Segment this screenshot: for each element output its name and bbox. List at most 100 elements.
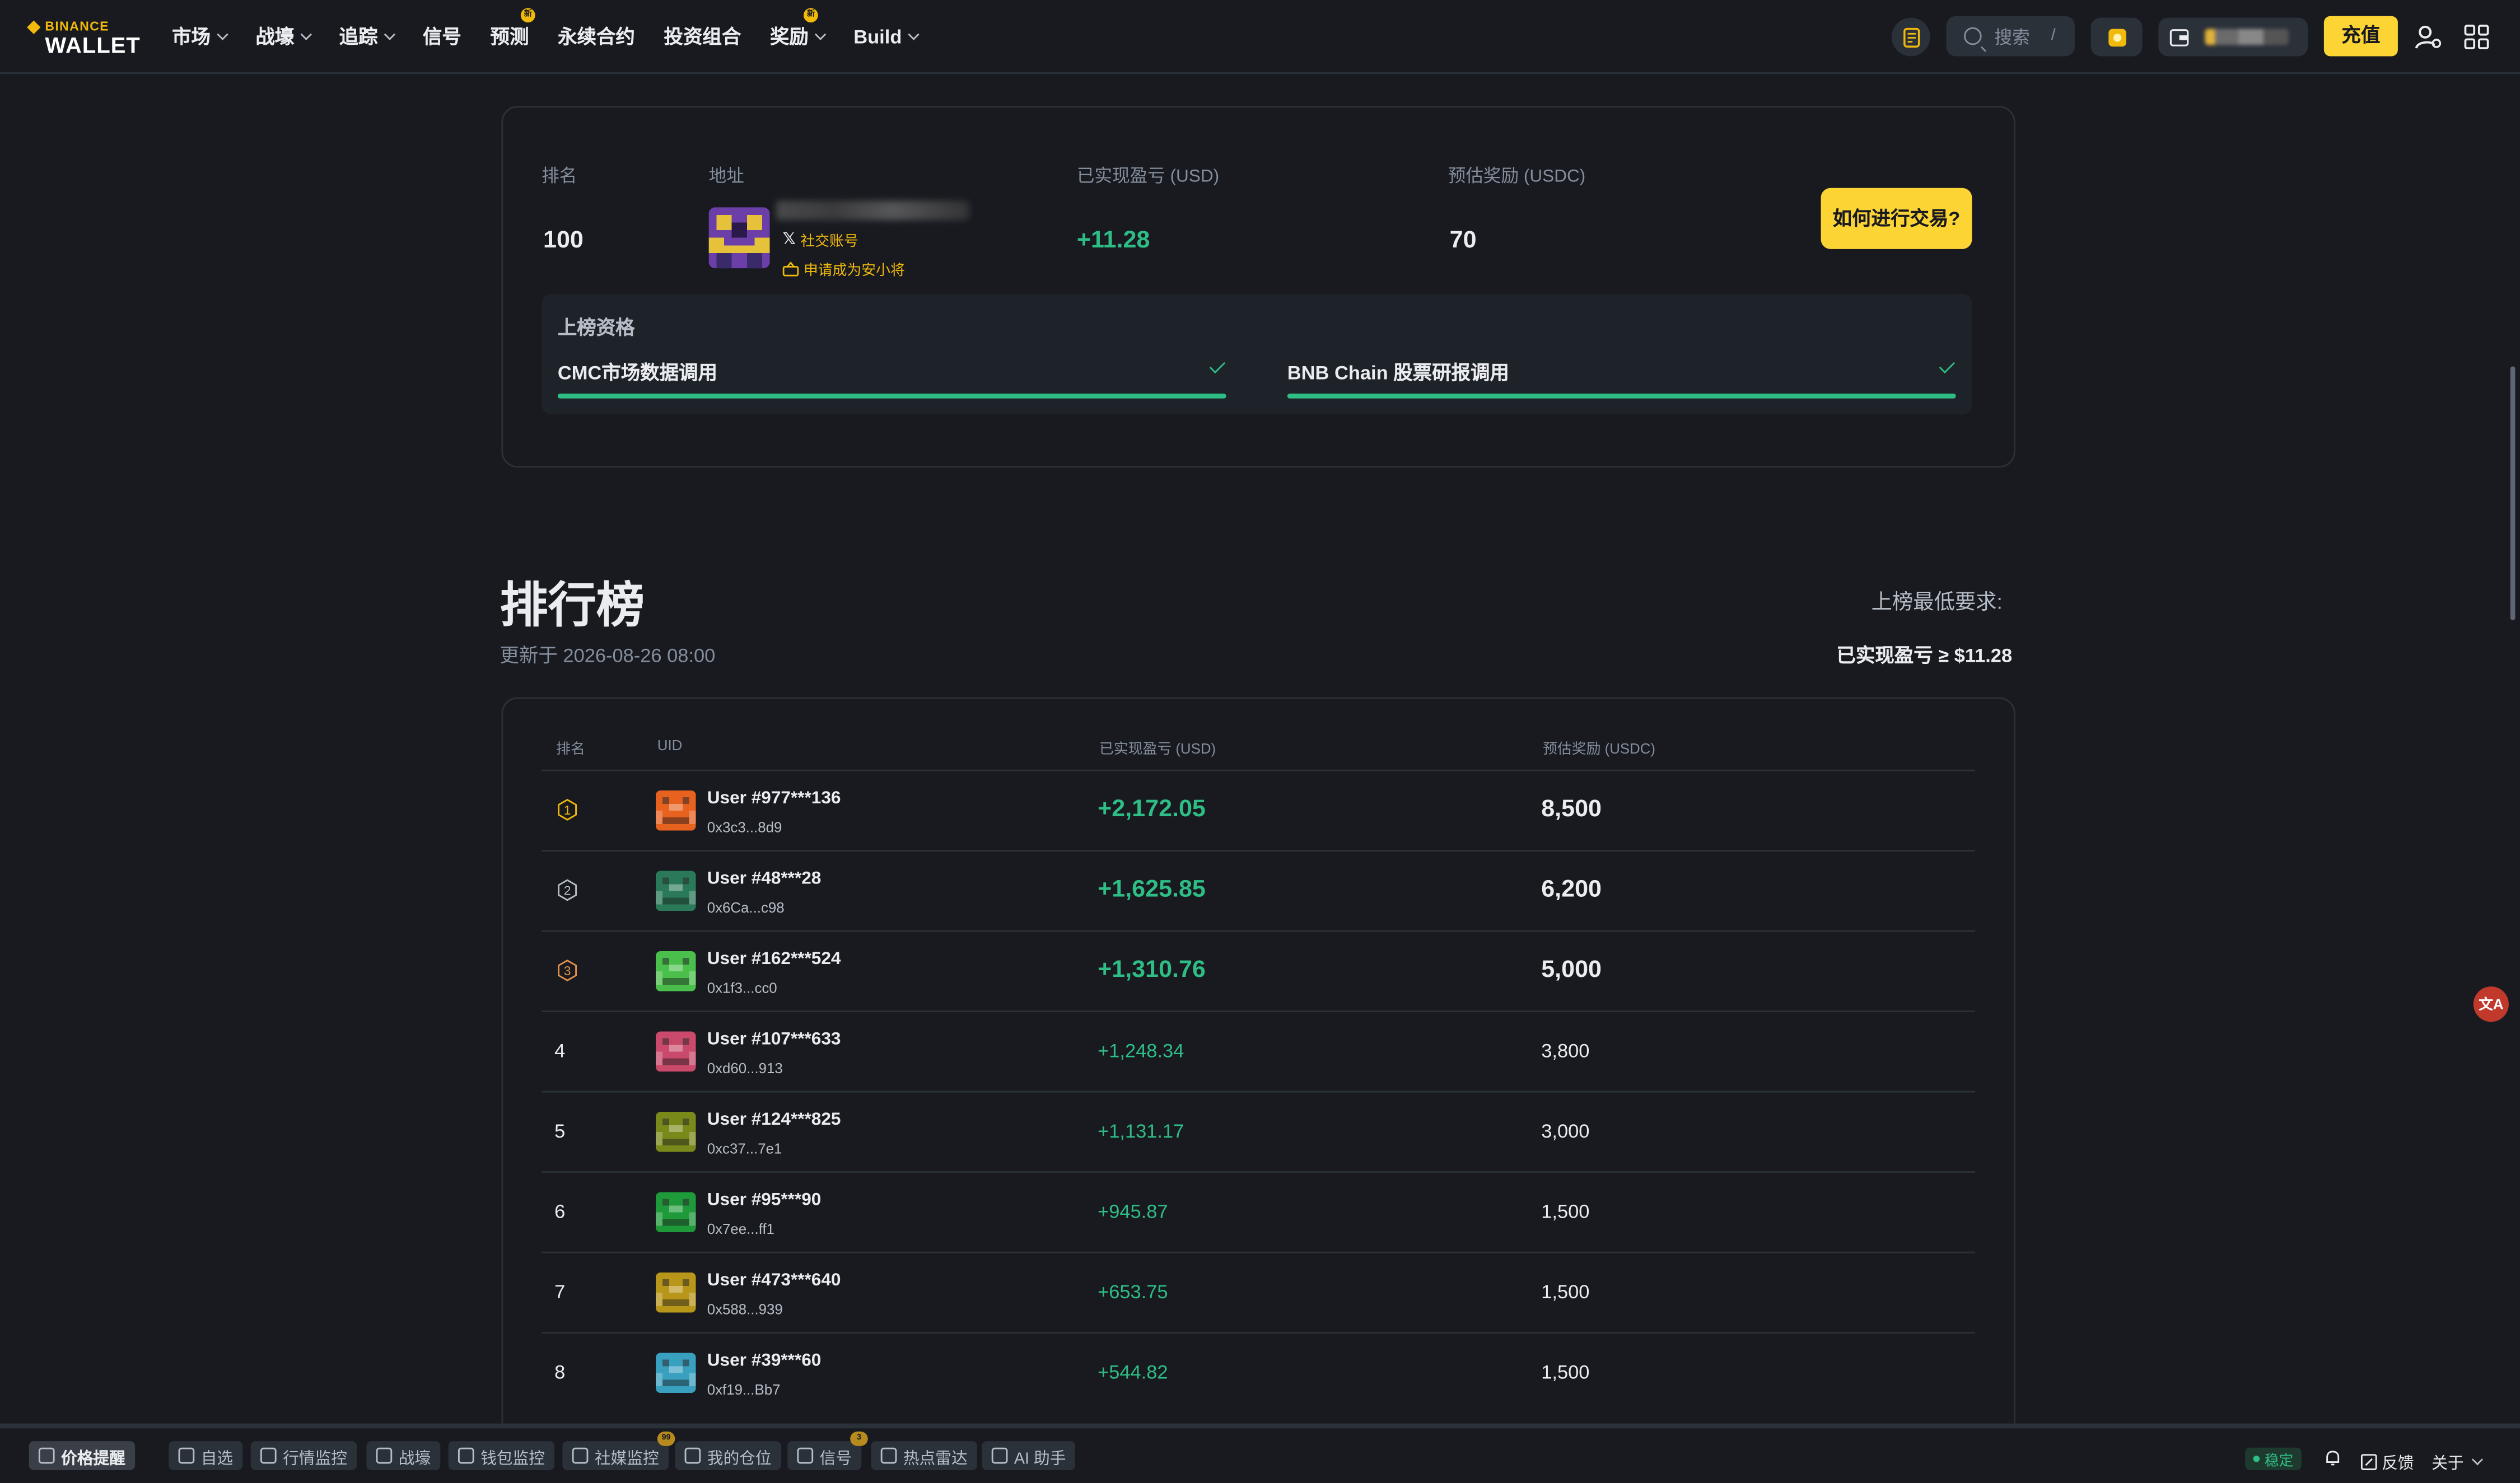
user-reward: 6,200 (1541, 876, 1602, 903)
network-button[interactable] (2090, 17, 2143, 57)
translate-icon[interactable]: 文A (2473, 986, 2509, 1022)
user-name[interactable]: User #48***28 (707, 869, 822, 888)
table-row[interactable]: 1 User #977***136 0x3c3...8d9 +2,172.05 … (542, 769, 1976, 852)
user-name[interactable]: User #95***90 (707, 1191, 822, 1210)
nav-prediction[interactable]: 预测新 (490, 8, 535, 50)
table-row[interactable]: 2 User #48***28 0x6Ca...c98 +1,625.85 6,… (542, 850, 1976, 932)
rank-medal-icon: 2 (558, 879, 577, 901)
qualification-cmc: CMC市场数据调用 (557, 361, 717, 384)
logo-text-top: BINANCE (45, 19, 110, 34)
user-avatar (655, 871, 696, 911)
table-row[interactable]: 6 User #95***90 0x7ee...ff1 +945.87 1,50… (542, 1171, 1976, 1253)
apps-button[interactable] (2459, 18, 2494, 57)
toolbar-item[interactable]: 行情监控 (250, 1441, 357, 1470)
user-address: 0xd60...913 (707, 1060, 783, 1077)
nav-signals[interactable]: 信号 (423, 22, 461, 50)
user-address: 0xc37...7e1 (707, 1140, 782, 1157)
toolbar-item-icon (178, 1447, 195, 1464)
user-name[interactable]: User #39***60 (707, 1351, 822, 1370)
user-settings-icon (2415, 25, 2442, 49)
rank-medal-icon: 1 (558, 798, 577, 821)
column-pnl: 已实现盈亏 (USD) (1099, 741, 1216, 757)
nav-portfolio[interactable]: 投资组合 (664, 22, 741, 50)
column-reward: 预估奖励 (USDC) (1543, 741, 1655, 757)
pnl-header: 已实现盈亏 (USD) (1076, 167, 1220, 186)
binance-wallet-logo[interactable]: BINANCE WALLET (27, 19, 142, 58)
table-row[interactable]: 5 User #124***825 0xc37...7e1 +1,131.17 … (542, 1091, 1976, 1173)
toolbar-item-icon (38, 1447, 55, 1464)
qualification-cmc-progress (557, 394, 1226, 399)
table-row[interactable]: 7 User #473***640 0x588...939 +653.75 1,… (542, 1251, 1976, 1334)
about-menu[interactable]: 关于 (2432, 1449, 2484, 1473)
nav-rewards[interactable]: 奖励新 (770, 8, 827, 50)
nav-perpetuals[interactable]: 永续合约 (558, 22, 635, 50)
user-address: 0x6Ca...c98 (707, 900, 785, 916)
how-to-trade-button[interactable]: 如何进行交易? (1821, 188, 1972, 249)
toolbar-item-icon (684, 1447, 701, 1464)
toolbar-item-icon (260, 1447, 277, 1464)
toolbar-item[interactable]: AI 助手 (982, 1441, 1076, 1470)
binance-logo-icon (27, 20, 41, 34)
nav-tracking[interactable]: 追踪 (339, 22, 396, 50)
user-name[interactable]: User #162***524 (707, 949, 841, 969)
toolbar-item[interactable]: 我的仓位 (675, 1441, 781, 1470)
bnb-chain-icon (2107, 28, 2126, 46)
user-pnl: +544.82 (1098, 1360, 1168, 1383)
rank-number: 7 (554, 1280, 566, 1303)
rank-number: 8 (554, 1360, 566, 1383)
user-pnl: +1,248.34 (1098, 1039, 1184, 1063)
notes-button[interactable] (1891, 17, 1930, 57)
wallet-button[interactable] (2158, 17, 2308, 57)
rank-medal-icon: 3 (558, 959, 577, 981)
table-row[interactable]: 3 User #162***524 0x1f3...cc0 +1,310.76 … (542, 930, 1976, 1012)
user-avatar (655, 1192, 696, 1233)
nav-market[interactable]: 市场 (172, 22, 228, 50)
user-pnl: +2,172.05 (1098, 795, 1206, 823)
toolbar-item-icon (797, 1447, 814, 1464)
bell-icon[interactable] (2324, 1449, 2342, 1472)
toolbar-item-icon (880, 1447, 897, 1464)
column-rank: 排名 (556, 741, 585, 757)
user-name[interactable]: User #977***136 (707, 789, 841, 808)
table-row[interactable]: 4 User #107***633 0xd60...913 +1,248.34 … (542, 1011, 1976, 1092)
user-avatar (655, 790, 696, 831)
toolbar-item[interactable]: 社媒监控 99 (562, 1431, 675, 1470)
toolbar-item-icon (991, 1447, 1008, 1464)
svg-text:1: 1 (564, 803, 571, 817)
search-input[interactable]: 搜索 / (1946, 16, 2075, 57)
apply-ambassador-link[interactable]: 申请成为安小将 (782, 259, 905, 279)
grid-icon (2464, 25, 2489, 49)
top-nav: BINANCE WALLET 市场 战壕 追踪 信号 预测新 永续合约 投资组合… (0, 0, 2520, 74)
deposit-button[interactable]: 充值 (2323, 16, 2398, 57)
user-avatar (655, 951, 696, 991)
user-address: 0xf19...Bb7 (707, 1382, 781, 1398)
toolbar-item[interactable]: 战壕 (366, 1441, 441, 1470)
toolbar-item[interactable]: 信号 3 (787, 1431, 868, 1470)
table-row[interactable]: 8 User #39***60 0xf19...Bb7 +544.82 1,50… (542, 1332, 1976, 1414)
count-badge: 99 (657, 1431, 675, 1446)
social-account-link[interactable]: 𝕏 社交账号 (783, 230, 858, 250)
user-avatar (655, 1353, 696, 1393)
user-pnl: +1,310.76 (1098, 956, 1206, 984)
toolbar-item[interactable]: 价格提醒 (29, 1441, 136, 1470)
qualification-panel: 上榜资格 CMC市场数据调用 BNB Chain 股票研报调用 (542, 294, 1972, 415)
toolbar-item[interactable]: 钱包监控 (448, 1441, 555, 1470)
new-badge: 新 (521, 8, 535, 23)
search-shortcut: / (2051, 27, 2056, 45)
user-name[interactable]: User #107***633 (707, 1030, 841, 1049)
nav-trenches[interactable]: 战壕 (255, 22, 312, 50)
chevron-down-icon (384, 28, 396, 40)
main-menu: 市场 战壕 追踪 信号 预测新 永续合约 投资组合 奖励新 Build (172, 0, 920, 72)
toolbar-item[interactable]: 自选 (169, 1441, 243, 1470)
page-scrollbar[interactable] (2510, 366, 2516, 620)
feedback-button[interactable]: 反馈 (2360, 1449, 2414, 1473)
nav-build[interactable]: Build (853, 25, 920, 48)
qualification-bnb-chain: BNB Chain 股票研报调用 (1287, 361, 1509, 384)
user-address: 0x7ee...ff1 (707, 1221, 774, 1237)
x-logo-icon: 𝕏 (782, 231, 796, 249)
count-badge: 3 (850, 1431, 868, 1446)
toolbar-item[interactable]: 热点雷达 (871, 1441, 977, 1470)
account-button[interactable] (2411, 18, 2446, 57)
user-name[interactable]: User #124***825 (707, 1110, 841, 1129)
user-name[interactable]: User #473***640 (707, 1271, 841, 1290)
